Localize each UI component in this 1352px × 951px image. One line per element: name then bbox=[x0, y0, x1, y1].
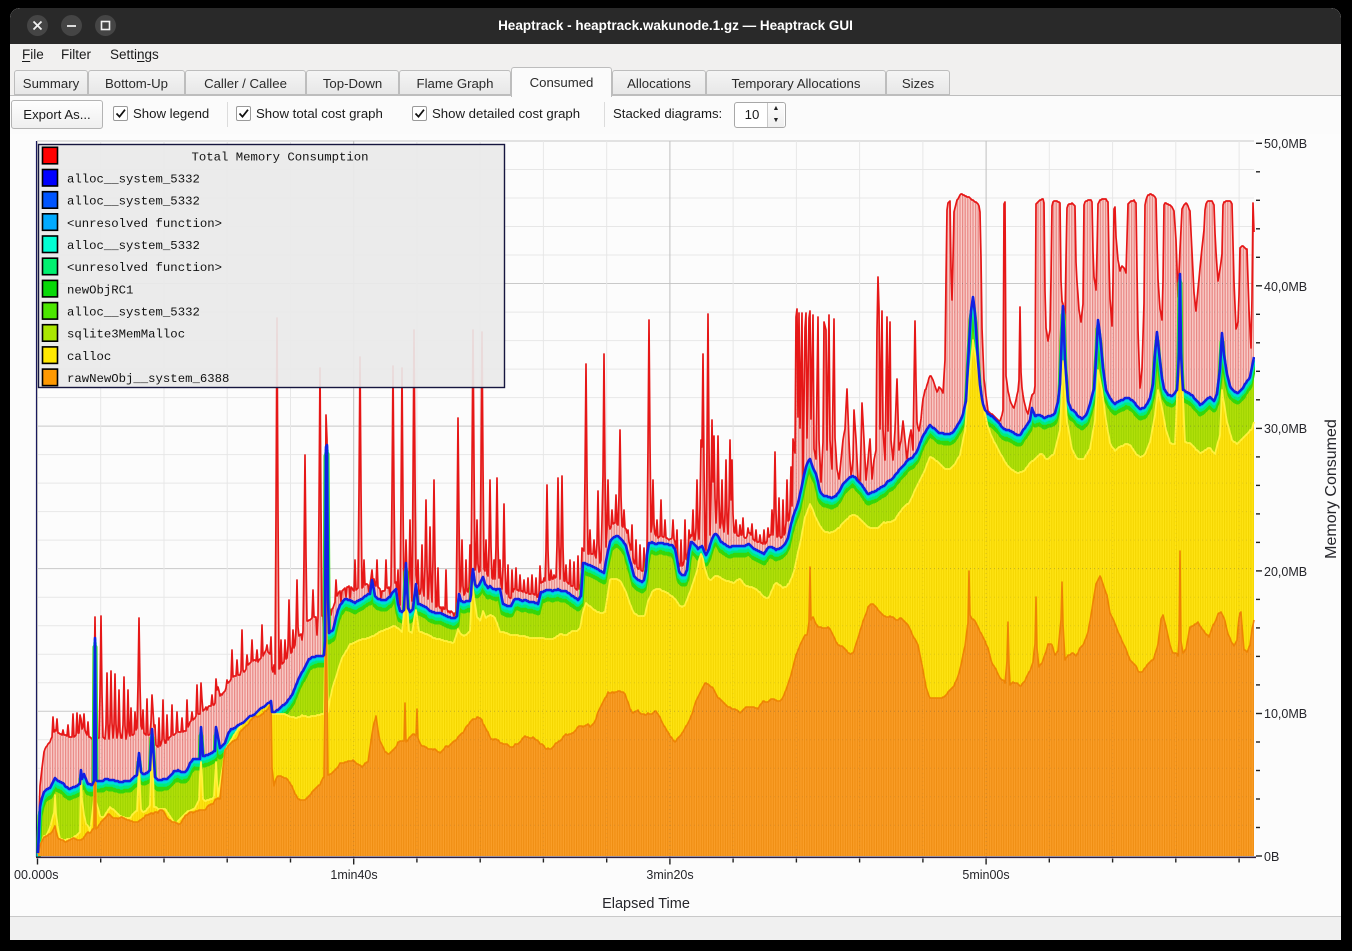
svg-text:1min40s: 1min40s bbox=[330, 868, 377, 882]
svg-text:<unresolved function>: <unresolved function> bbox=[67, 217, 222, 231]
svg-text:50,0MB: 50,0MB bbox=[1264, 137, 1307, 151]
svg-text:30,0MB: 30,0MB bbox=[1264, 422, 1307, 436]
svg-text:0B: 0B bbox=[1264, 850, 1279, 864]
svg-text:Memory Consumed: Memory Consumed bbox=[1323, 419, 1340, 559]
svg-text:calloc: calloc bbox=[67, 350, 111, 364]
svg-text:00.000s: 00.000s bbox=[14, 868, 58, 882]
svg-text:20,0MB: 20,0MB bbox=[1264, 565, 1307, 579]
svg-text:alloc__system_5332: alloc__system_5332 bbox=[67, 239, 200, 253]
svg-text:newObjRC1: newObjRC1 bbox=[67, 283, 133, 297]
svg-text:sqlite3MemMalloc: sqlite3MemMalloc bbox=[67, 328, 185, 342]
svg-text:alloc__system_5332: alloc__system_5332 bbox=[67, 173, 200, 187]
svg-text:10,0MB: 10,0MB bbox=[1264, 707, 1307, 721]
svg-text:40,0MB: 40,0MB bbox=[1264, 280, 1307, 294]
svg-text:alloc__system_5332: alloc__system_5332 bbox=[67, 306, 200, 320]
svg-text:Total Memory Consumption: Total Memory Consumption bbox=[191, 150, 368, 164]
svg-text:3min20s: 3min20s bbox=[646, 868, 693, 882]
svg-text:5min00s: 5min00s bbox=[962, 868, 1009, 882]
svg-text:Elapsed Time: Elapsed Time bbox=[602, 896, 690, 912]
svg-text:alloc__system_5332: alloc__system_5332 bbox=[67, 195, 200, 209]
svg-text:rawNewObj__system_6388: rawNewObj__system_6388 bbox=[67, 372, 229, 386]
svg-text:<unresolved function>: <unresolved function> bbox=[67, 261, 222, 275]
